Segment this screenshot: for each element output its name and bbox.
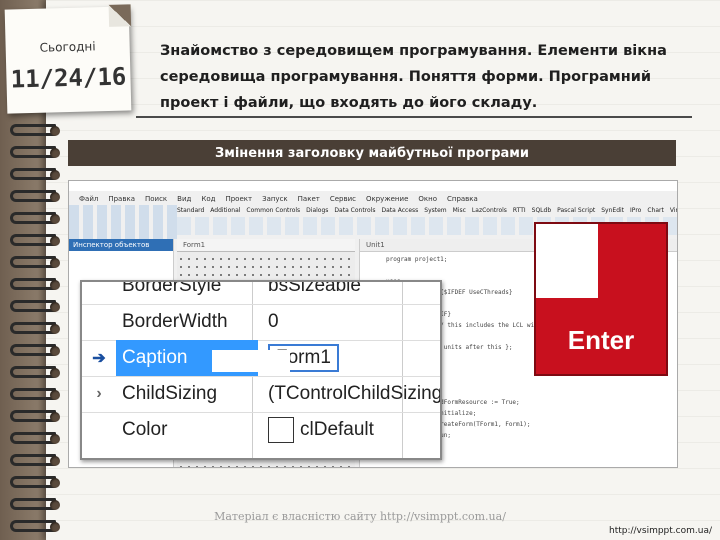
footer-credit: Матеріал є власністю сайту http://vsimpp… <box>214 510 506 523</box>
date-display: 11/24/16 <box>10 62 127 94</box>
binder-ring <box>10 208 62 228</box>
property-name: BorderStyle <box>122 280 222 296</box>
binder-ring <box>10 384 62 404</box>
binder-ring <box>10 406 62 426</box>
component-tab[interactable]: Common Controls <box>246 207 300 214</box>
property-value: bsSizeable <box>268 280 361 296</box>
menu-item[interactable]: Запуск <box>262 195 288 203</box>
menu-item[interactable]: Пакет <box>298 195 320 203</box>
menu-item[interactable]: Справка <box>447 195 478 203</box>
property-row-borderwidth[interactable]: BorderWidth 0 <box>82 304 440 340</box>
ide-menubar: Файл Правка Поиск Вид Код Проект Запуск Пакет Се… <box>69 193 677 205</box>
component-tabs: Standard Additional Common Controls Dialogs… <box>177 207 677 217</box>
form-title: Form1 <box>177 239 355 252</box>
property-value: clDefault <box>300 419 374 441</box>
binder-ring <box>10 252 62 272</box>
binder-ring <box>10 230 62 250</box>
inspector-title: Инспектор объектов <box>69 239 173 251</box>
menu-item[interactable]: Файл <box>79 195 98 203</box>
title-divider <box>136 116 692 118</box>
component-tab[interactable]: SynEdit <box>601 207 624 214</box>
enter-key-label: Enter <box>567 325 635 355</box>
binder-ring <box>10 340 62 360</box>
today-label: Сьогодні <box>39 39 96 55</box>
current-row-arrow-icon: ➔ <box>92 350 106 367</box>
property-name: Color <box>122 419 168 440</box>
binder-ring <box>10 120 62 140</box>
callout-notch <box>536 224 598 298</box>
property-row-borderstyle[interactable]: BorderStyle bsSizeable <box>82 280 440 304</box>
menu-item[interactable]: Сервис <box>330 195 356 203</box>
component-tab[interactable]: RTTI <box>513 207 526 214</box>
binder-ring <box>10 142 62 162</box>
component-tab[interactable]: SQLdb <box>532 207 552 214</box>
date-sticky-note: Сьогодні 11/24/16 <box>4 4 132 114</box>
component-tab[interactable]: Dialogs <box>306 207 328 214</box>
binder-ring <box>10 296 62 316</box>
menu-item[interactable]: Вид <box>177 195 191 203</box>
component-tab[interactable]: Pascal Script <box>557 207 595 214</box>
enter-key-callout: Enter <box>534 222 668 376</box>
callout-mask <box>212 350 290 372</box>
component-tab[interactable]: Virtual Controls <box>670 207 677 214</box>
property-name: ChildSizing <box>122 383 218 404</box>
property-value: 0 <box>268 311 279 332</box>
menu-item[interactable]: Правка <box>108 195 135 203</box>
binder-ring <box>10 318 62 338</box>
menu-item[interactable]: Окно <box>418 195 437 203</box>
menu-item[interactable]: Поиск <box>145 195 167 203</box>
menu-item[interactable]: Проект <box>225 195 252 203</box>
component-tab[interactable]: Misc <box>453 207 466 214</box>
property-value: (TControlChildSizing) <box>268 383 440 404</box>
binder-ring <box>10 472 62 492</box>
binder-ring <box>10 362 62 382</box>
binder-ring <box>10 186 62 206</box>
component-tab[interactable]: Data Access <box>381 207 418 214</box>
component-tab[interactable]: IPro <box>630 207 641 214</box>
property-row-childsizing[interactable]: › ChildSizing (TControlChildSizing) <box>82 376 440 412</box>
binder-ring <box>10 428 62 448</box>
property-name: BorderWidth <box>122 311 228 332</box>
color-swatch-icon <box>268 417 294 443</box>
page-title: Знайомство з середовищем програмування. … <box>160 43 667 111</box>
binder-ring <box>10 164 62 184</box>
component-tab[interactable]: Chart <box>647 207 664 214</box>
component-tab[interactable]: Standard <box>177 207 204 214</box>
menu-item[interactable]: Код <box>201 195 215 203</box>
component-tab[interactable]: LazControls <box>472 207 507 214</box>
ide-toolbar <box>69 205 177 239</box>
ide-titlebar <box>69 181 677 191</box>
page-curl <box>108 4 132 27</box>
section-banner: Змінення заголовку майбутньої програми <box>68 140 676 166</box>
expand-chevron-icon[interactable]: › <box>82 385 116 403</box>
component-tab[interactable]: Additional <box>210 207 240 214</box>
binder-ring <box>10 274 62 294</box>
component-tab[interactable]: Data Controls <box>334 207 375 214</box>
property-row-color[interactable]: Color clDefault <box>82 412 440 448</box>
menu-item[interactable]: Окружение <box>366 195 408 203</box>
footer-url[interactable]: http://vsimppt.com.ua/ <box>609 526 712 536</box>
binder-ring <box>10 450 62 470</box>
component-tab[interactable]: System <box>424 207 446 214</box>
